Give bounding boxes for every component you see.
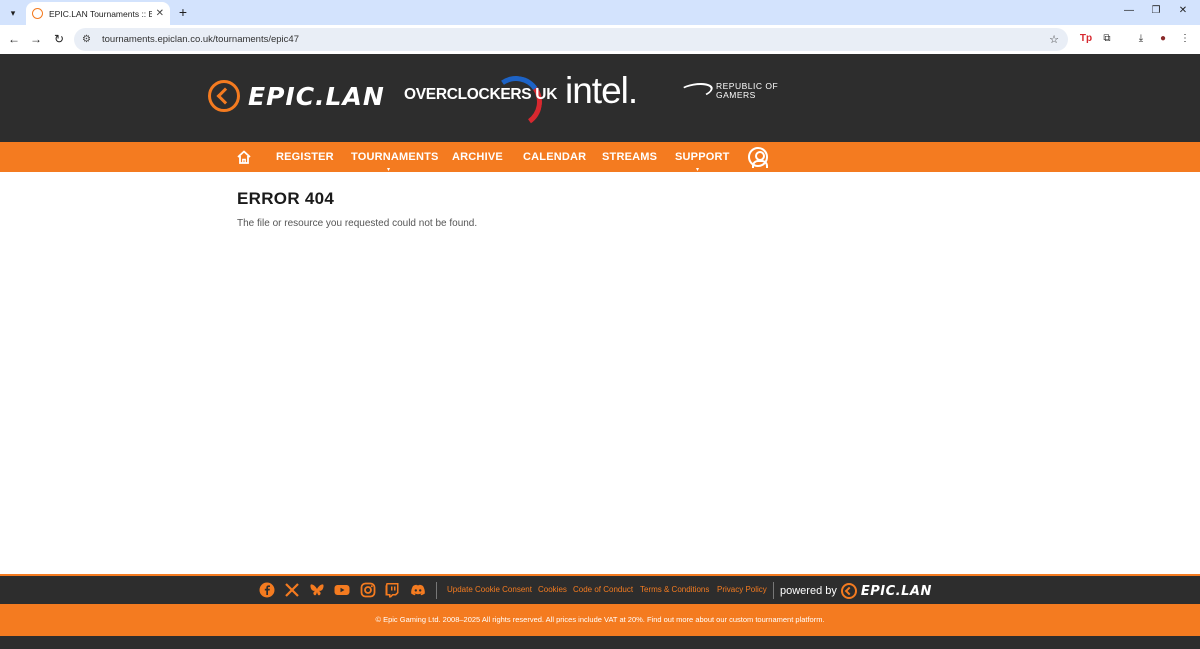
youtube-icon[interactable]	[334, 582, 350, 598]
intel-logo[interactable]: intel.	[565, 70, 638, 112]
url-text[interactable]: tournaments.epiclan.co.uk/tournaments/ep…	[102, 34, 1049, 45]
browser-toolbar: ← → ↻ ⚙ tournaments.epiclan.co.uk/tourna…	[0, 25, 1200, 54]
profile-icon[interactable]: ●	[1156, 32, 1170, 46]
nav-register[interactable]: REGISTER	[276, 151, 334, 163]
puzzle-icon[interactable]: ⧉	[1100, 32, 1114, 46]
home-icon[interactable]	[236, 149, 252, 165]
tab-title: EPIC.LAN Tournaments :: Error 404	[49, 8, 152, 19]
nav-tournaments[interactable]: TOURNAMENTS	[351, 151, 439, 163]
page-title: ERROR 404	[237, 189, 335, 208]
footer-divider	[436, 582, 437, 599]
footer-link-code-of-conduct[interactable]: Code of Conduct	[573, 585, 633, 594]
footer-link-terms[interactable]: Terms & Conditions	[640, 585, 709, 594]
tab-search-icon[interactable]: ▾	[4, 4, 22, 22]
nav-archive[interactable]: ARCHIVE	[452, 151, 503, 163]
rog-logo-text: REPUBLIC OF GAMERS	[716, 81, 779, 100]
footer-links-bar: Update Cookie Consent Cookies Code of Co…	[0, 574, 1200, 604]
powered-by-brand: EPIC.LAN	[860, 583, 932, 599]
main-content: ERROR 404 The file or resource you reque…	[0, 172, 1200, 574]
reload-icon[interactable]: ↻	[51, 31, 67, 47]
nav-support[interactable]: SUPPORT	[675, 151, 730, 163]
footer-bottom-strip	[0, 636, 1200, 649]
site-info-icon[interactable]: ⚙	[82, 34, 96, 45]
menu-icon[interactable]: ⋮	[1178, 32, 1192, 46]
footer-link-cookies[interactable]: Cookies	[538, 585, 567, 594]
powered-by[interactable]: powered by EPIC.LAN	[780, 583, 932, 599]
twitch-icon[interactable]	[384, 582, 400, 598]
footer-copyright-bar: © Epic Gaming Ltd. 2008–2025 All rights …	[0, 604, 1200, 636]
epiclan-logo[interactable]: EPIC.LAN	[208, 80, 385, 112]
back-icon[interactable]: ←	[6, 31, 22, 47]
restore-icon[interactable]: ❐	[1149, 5, 1163, 16]
footer-link-cookie-consent[interactable]: Update Cookie Consent	[447, 585, 532, 594]
powered-by-label: powered by	[780, 585, 837, 597]
star-icon[interactable]: ☆	[1049, 33, 1059, 46]
favicon-icon	[32, 8, 43, 19]
footer-divider	[773, 582, 774, 599]
copyright-text[interactable]: © Epic Gaming Ltd. 2008–2025 All rights …	[0, 615, 1200, 624]
minimize-icon[interactable]: —	[1122, 5, 1136, 16]
epiclan-small-logo-icon	[840, 583, 857, 599]
close-icon[interactable]: ✕	[156, 8, 164, 19]
discord-icon[interactable]	[410, 582, 426, 598]
address-bar[interactable]: ⚙ tournaments.epiclan.co.uk/tournaments/…	[74, 28, 1068, 51]
error-message: The file or resource you requested could…	[237, 218, 478, 229]
forward-icon[interactable]: →	[28, 31, 44, 47]
main-nav: REGISTER TOURNAMENTS ▾ ARCHIVE CALENDAR …	[0, 142, 1200, 173]
overclockers-uk-text: OVERCLOCKERS UK	[404, 86, 558, 103]
bluesky-icon[interactable]	[309, 582, 325, 598]
browser-tabstrip: ▾ EPIC.LAN Tournaments :: Error 404 ✕ + …	[0, 0, 1200, 25]
download-icon[interactable]: ⤓	[1134, 32, 1148, 46]
footer-link-privacy[interactable]: Privacy Policy	[717, 585, 767, 594]
user-icon[interactable]	[748, 147, 768, 168]
epiclan-logo-text: EPIC.LAN	[248, 81, 385, 111]
plus-icon[interactable]: +	[176, 4, 190, 20]
x-icon[interactable]	[284, 582, 300, 598]
nav-calendar[interactable]: CALENDAR	[523, 151, 586, 163]
instagram-icon[interactable]	[360, 582, 376, 598]
facebook-icon[interactable]	[259, 582, 275, 598]
extension-tp-icon[interactable]: Tp	[1079, 32, 1093, 46]
rog-logo[interactable]: REPUBLIC OF GAMERS	[675, 81, 786, 100]
epiclan-logo-icon	[208, 80, 240, 112]
rog-eye-icon	[675, 83, 715, 99]
browser-tab[interactable]: EPIC.LAN Tournaments :: Error 404 ✕	[26, 2, 170, 25]
close-window-icon[interactable]: ✕	[1176, 5, 1190, 16]
nav-streams[interactable]: STREAMS	[602, 151, 657, 163]
